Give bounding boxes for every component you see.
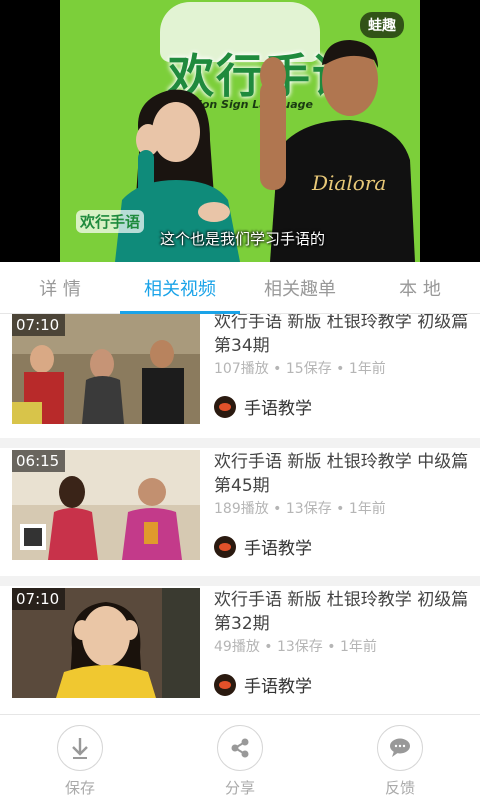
author-name: 手语教学 bbox=[244, 399, 312, 419]
video-list-item[interactable]: 07:10 欢行手语 新版 杜银玲教学 初级篇 第34期 107播放 • 15保… bbox=[0, 314, 480, 438]
video-frame[interactable]: 欢行手语 Fashion Sign Language Dialora 欢行手语 … bbox=[60, 0, 420, 262]
download-icon bbox=[72, 738, 88, 759]
video-duration: 07:10 bbox=[12, 314, 66, 336]
tab-bar: 详 情 相关视频 相关趣单 本 地 bbox=[0, 262, 480, 314]
video-player[interactable]: 欢行手语 Fashion Sign Language Dialora 欢行手语 … bbox=[0, 0, 480, 262]
list-divider bbox=[0, 576, 480, 586]
feedback-button-circle[interactable] bbox=[377, 725, 423, 771]
share-button[interactable]: 分享 bbox=[160, 715, 320, 800]
video-title[interactable]: 欢行手语 新版 杜银玲教学 初级篇 第32期 bbox=[214, 588, 474, 636]
video-duration: 07:10 bbox=[12, 588, 66, 610]
author-avatar bbox=[214, 673, 236, 696]
feedback-label: 反馈 bbox=[384, 779, 415, 797]
share-button-circle[interactable] bbox=[217, 725, 263, 771]
author-name: 手语教学 bbox=[244, 677, 312, 697]
author-avatar bbox=[214, 395, 236, 418]
video-list-item[interactable]: 06:15 欢行手语 新版 杜银玲教学 中级篇 第45期 189播放 • 13保… bbox=[0, 448, 480, 578]
tab-related-videos[interactable]: 相关视频 bbox=[120, 262, 240, 314]
video-stats: 189播放 • 13保存 • 1年前 bbox=[214, 501, 386, 517]
video-subtitle: 这个也是我们学习手语的 bbox=[160, 230, 326, 248]
feedback-icon bbox=[390, 738, 410, 757]
channel-watermark: 欢行手语 bbox=[76, 210, 145, 233]
video-author[interactable]: 手语教学 bbox=[214, 534, 312, 559]
save-label: 保存 bbox=[64, 779, 95, 797]
brand-badge: 蛙趣 bbox=[360, 12, 404, 38]
presenter-man: Dialora bbox=[260, 40, 415, 262]
share-label: 分享 bbox=[224, 779, 255, 797]
tab-related-playlists[interactable]: 相关趣单 bbox=[240, 262, 360, 313]
video-stats: 49播放 • 13保存 • 1年前 bbox=[214, 639, 377, 655]
tab-details[interactable]: 详 情 bbox=[0, 262, 120, 313]
bottom-action-bar: 保存 分享 反馈 bbox=[0, 714, 480, 800]
video-thumbnail[interactable]: 07:10 bbox=[12, 588, 200, 698]
video-title[interactable]: 欢行手语 新版 杜银玲教学 中级篇 第45期 bbox=[214, 450, 474, 498]
related-video-list: 07:10 欢行手语 新版 杜银玲教学 初级篇 第34期 107播放 • 15保… bbox=[0, 314, 480, 714]
tab-local[interactable]: 本 地 bbox=[360, 262, 480, 313]
video-thumbnail[interactable]: 07:10 bbox=[12, 314, 200, 424]
feedback-button[interactable]: 反馈 bbox=[320, 715, 480, 800]
author-avatar bbox=[214, 535, 236, 558]
author-name: 手语教学 bbox=[244, 539, 312, 559]
save-button-circle[interactable] bbox=[57, 725, 103, 771]
save-button[interactable]: 保存 bbox=[0, 715, 160, 800]
video-duration: 06:15 bbox=[12, 450, 66, 472]
shirt-print: Dialora bbox=[311, 171, 386, 195]
video-title[interactable]: 欢行手语 新版 杜银玲教学 初级篇 第34期 bbox=[214, 314, 474, 358]
list-divider bbox=[0, 438, 480, 448]
video-stats: 107播放 • 15保存 • 1年前 bbox=[214, 361, 386, 377]
share-icon bbox=[231, 738, 249, 758]
video-list-item[interactable]: 07:10 欢行手语 新版 杜银玲教学 初级篇 第32期 49播放 • 13保存… bbox=[0, 586, 480, 714]
video-thumbnail[interactable]: 06:15 bbox=[12, 450, 200, 560]
video-author[interactable]: 手语教学 bbox=[214, 672, 312, 697]
video-author[interactable]: 手语教学 bbox=[214, 394, 312, 419]
